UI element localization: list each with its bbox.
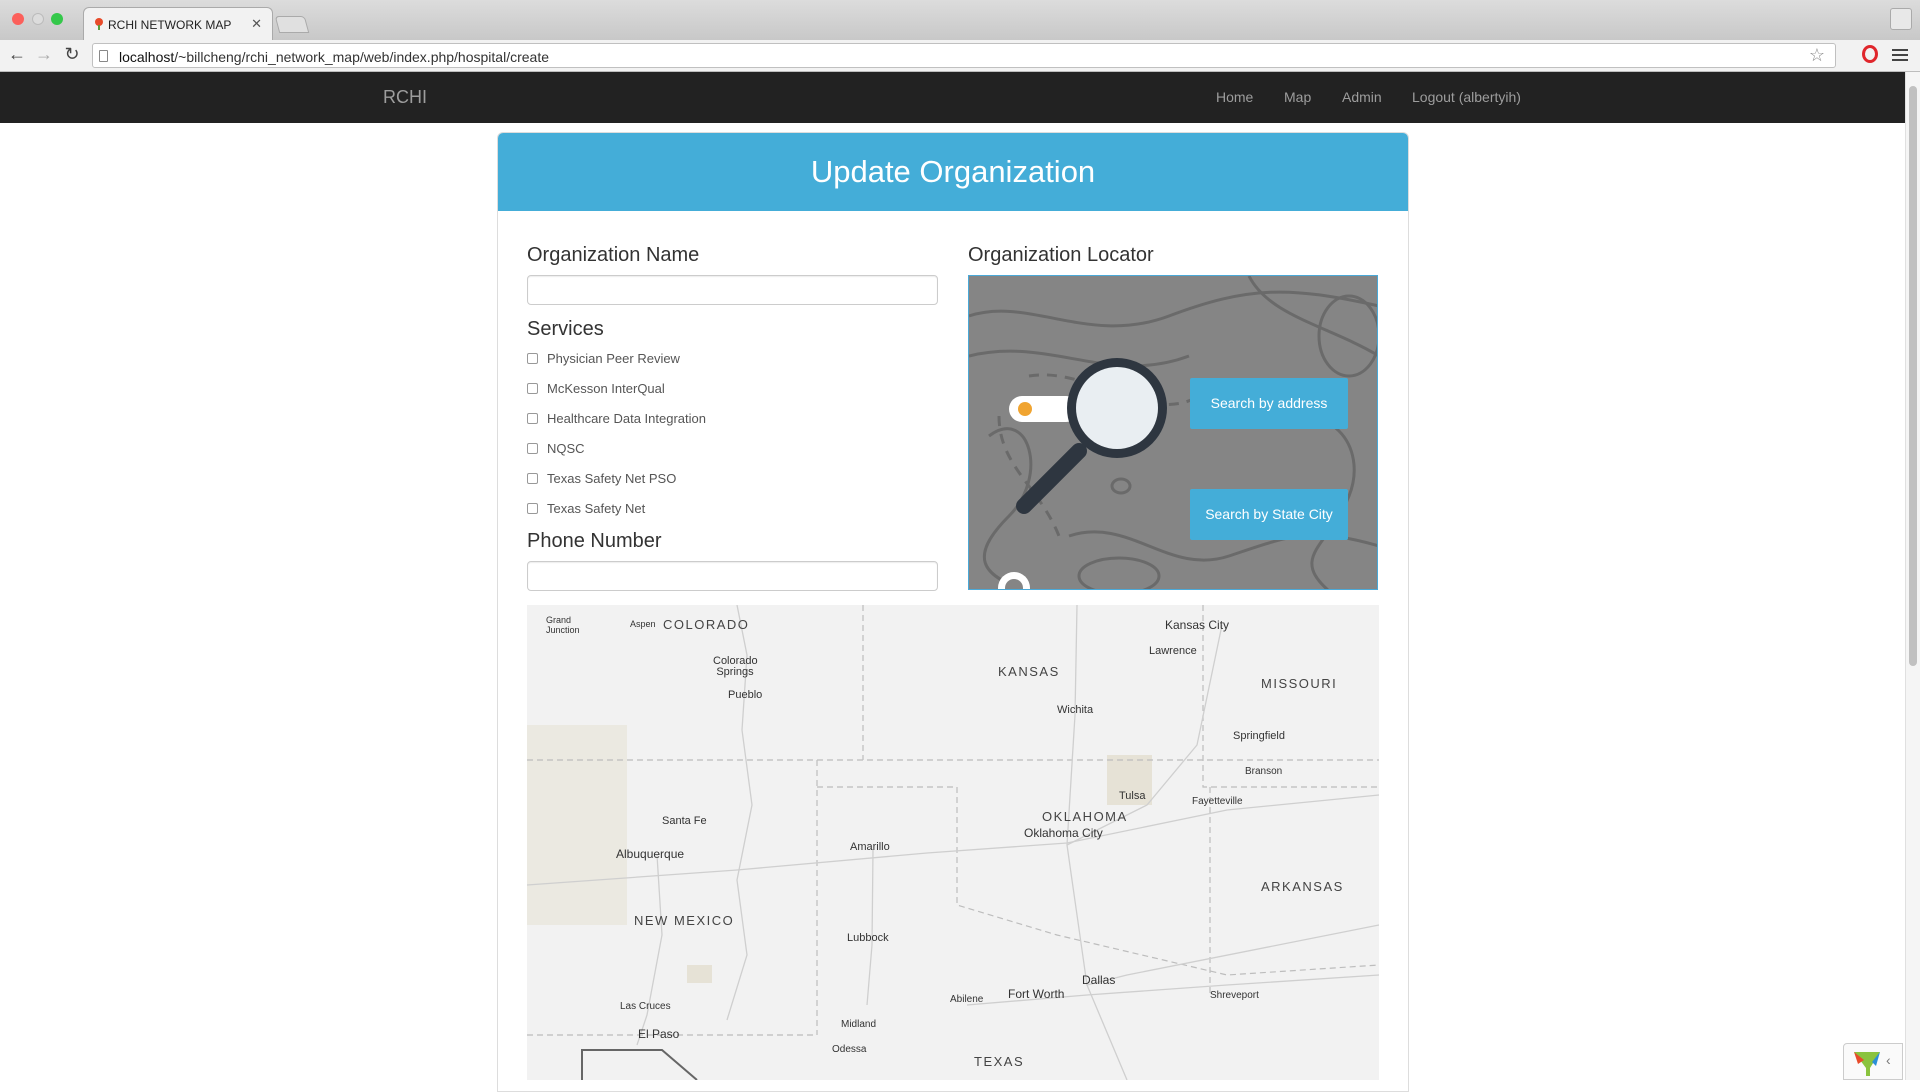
organization-map[interactable]: COLORADO KANSAS MISSOURI OKLAHOMA ARKANS… (527, 605, 1379, 1080)
map-label: Las Cruces (620, 1001, 671, 1012)
browser-toolbar: ← → ↻ localhost/~billcheng/rchi_network_… (0, 40, 1920, 72)
browser-titlebar: RCHI NETWORK MAP ✕ (0, 0, 1920, 40)
map-label: Colorado Springs (713, 655, 758, 678)
favicon-icon (95, 18, 103, 30)
phone-label: Phone Number (527, 530, 662, 552)
map-label: Grand Junction (546, 615, 580, 635)
yii-logo-icon (1854, 1052, 1880, 1076)
checkbox[interactable] (527, 443, 538, 454)
map-label: Oklahoma City (1024, 826, 1103, 840)
nav-home[interactable]: Home (1216, 89, 1253, 105)
map-label: Santa Fe (662, 815, 707, 827)
checkbox[interactable] (527, 413, 538, 424)
profile-icon[interactable] (1890, 8, 1912, 30)
map-label: Albuquerque (616, 847, 685, 861)
map-label: ARKANSAS (1261, 879, 1344, 894)
close-window-button[interactable] (12, 13, 24, 25)
zoom-window-button[interactable] (51, 13, 63, 25)
phone-input[interactable] (527, 561, 938, 591)
map-label: Abilene (950, 994, 984, 1005)
map-label: COLORADO (663, 617, 750, 632)
new-tab-button[interactable] (274, 16, 310, 33)
map-label: TEXAS (974, 1054, 1025, 1069)
page-icon (99, 50, 108, 62)
reload-icon[interactable]: ↻ (61, 44, 83, 65)
yii-debug-toolbar[interactable]: ‹ (1843, 1043, 1903, 1080)
org-locator-label: Organization Locator (968, 244, 1154, 266)
search-by-state-city-button[interactable]: Search by State City (1190, 489, 1348, 540)
map-label: MISSOURI (1261, 676, 1338, 691)
nav-map[interactable]: Map (1284, 89, 1311, 105)
map-label: KANSAS (998, 664, 1060, 679)
org-name-input[interactable] (527, 275, 938, 305)
forward-icon[interactable]: → (33, 44, 55, 65)
locator-illustration: Search by address Search by State City (968, 275, 1378, 590)
opera-extension-icon[interactable] (1862, 45, 1878, 63)
checkbox[interactable] (527, 473, 538, 484)
nav-admin[interactable]: Admin (1342, 89, 1382, 105)
nav-logout[interactable]: Logout (albertyih) (1412, 89, 1521, 105)
checkbox[interactable] (527, 383, 538, 394)
map-label: Tulsa (1119, 790, 1146, 802)
map-label: Lubbock (847, 932, 889, 944)
map-label: El Paso (638, 1027, 680, 1041)
map-label: Dallas (1082, 973, 1116, 987)
map-label: Aspen (630, 619, 656, 629)
map-label: Fort Worth (1008, 987, 1065, 1001)
map-label: Fayetteville (1192, 796, 1243, 807)
map-label: Kansas City (1165, 618, 1230, 632)
bookmark-star-icon[interactable]: ☆ (1809, 45, 1825, 66)
back-icon[interactable]: ← (6, 44, 28, 65)
map-label: Amarillo (850, 841, 890, 853)
services-label: Services (527, 318, 604, 340)
map-label: Branson (1245, 766, 1283, 777)
map-label: Lawrence (1149, 645, 1197, 657)
search-by-address-button[interactable]: Search by address (1190, 378, 1348, 429)
map-label: NEW MEXICO (634, 913, 735, 928)
tab-title: RCHI NETWORK MAP (108, 18, 232, 32)
scrollbar-thumb[interactable] (1909, 86, 1917, 666)
topographic-map-icon (969, 276, 1377, 589)
map-label: Odessa (832, 1044, 867, 1055)
close-tab-icon[interactable]: ✕ (251, 16, 262, 32)
panel-title: Update Organization (498, 133, 1408, 211)
checkbox[interactable] (527, 503, 538, 514)
map-label: Pueblo (728, 689, 763, 701)
map-label: Shreveport (1210, 990, 1259, 1001)
browser-tab[interactable]: RCHI NETWORK MAP ✕ (83, 7, 273, 40)
url-text: localhost/~billcheng/rchi_network_map/we… (119, 49, 549, 65)
map-label: OKLAHOMA (1042, 809, 1128, 824)
checkbox[interactable] (527, 353, 538, 364)
map-label: Springfield (1233, 730, 1285, 742)
site-navbar: RCHI Home Map Admin Logout (albertyih) (0, 72, 1905, 123)
brand-link[interactable]: RCHI (383, 87, 427, 108)
map-label: Midland (841, 1019, 877, 1030)
minimize-window-button[interactable] (32, 13, 44, 25)
map-label: Wichita (1057, 704, 1094, 716)
browser-menu-icon[interactable] (1892, 46, 1908, 62)
address-bar[interactable]: localhost/~billcheng/rchi_network_map/we… (92, 43, 1836, 68)
page-scrollbar[interactable] (1905, 72, 1920, 1080)
org-name-label: Organization Name (527, 244, 700, 266)
collapse-toolbar-icon[interactable]: ‹ (1886, 1052, 1891, 1068)
